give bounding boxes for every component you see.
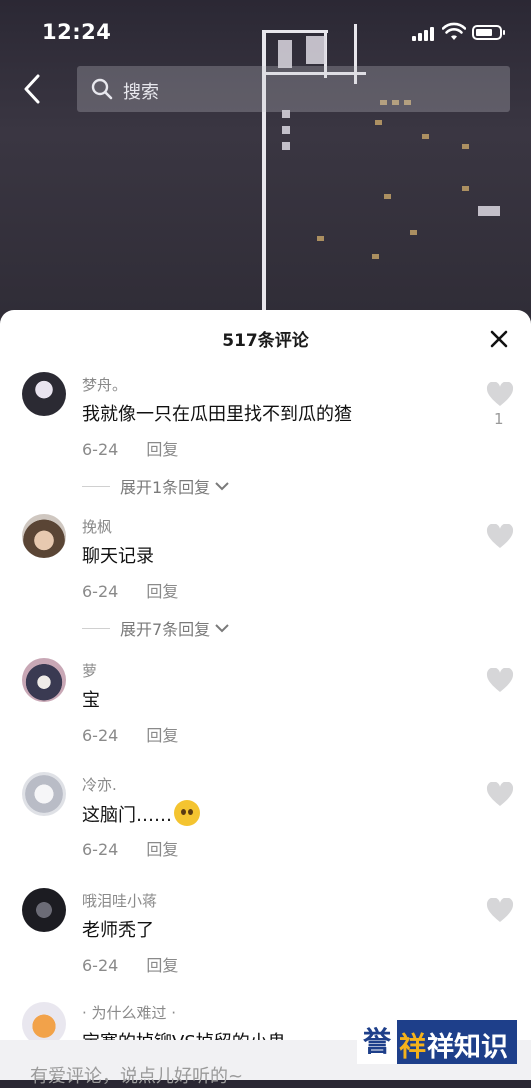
comment-meta: 6-24 回复 bbox=[82, 722, 178, 746]
comment-text-content: 这脑门…… bbox=[82, 805, 172, 826]
like-count: 1 bbox=[494, 410, 504, 428]
comment-meta: 6-24 回复 bbox=[82, 436, 178, 460]
reply-button[interactable]: 回复 bbox=[146, 726, 178, 745]
like-heart-icon[interactable] bbox=[486, 524, 514, 550]
watermark-char: 祥 bbox=[399, 1032, 426, 1063]
search-icon bbox=[91, 78, 113, 100]
comment-text: 我就像一只在瓜田里找不到瓜的猹 bbox=[82, 404, 352, 425]
comment-text: 老师秃了 bbox=[82, 920, 154, 941]
avatar[interactable] bbox=[22, 658, 66, 702]
comments-sheet: 517条评论 梦舟。 我就像一只在瓜田里找不到瓜的猹 6-24 回复 1 展开1条… bbox=[0, 310, 531, 1080]
expand-replies[interactable]: 展开1条回复 bbox=[82, 474, 230, 498]
reply-button[interactable]: 回复 bbox=[146, 956, 178, 975]
watermark-text: 祥知识 bbox=[427, 1032, 508, 1063]
reply-button[interactable]: 回复 bbox=[146, 840, 178, 859]
like-heart-icon[interactable] bbox=[486, 782, 514, 808]
comment-meta: 6-24 回复 bbox=[82, 836, 178, 860]
reply-button[interactable]: 回复 bbox=[146, 440, 178, 459]
comment-username[interactable]: · 为什么难过 · bbox=[82, 1002, 176, 1023]
comment-date: 6-24 bbox=[82, 956, 119, 975]
comment-count-title: 517条评论 bbox=[222, 331, 309, 351]
comment-text: 聊天记录 bbox=[82, 546, 154, 567]
emoji-icon bbox=[174, 800, 200, 826]
avatar[interactable] bbox=[22, 372, 66, 416]
chevron-down-icon bbox=[215, 624, 229, 633]
comment-username[interactable]: 梦舟。 bbox=[82, 374, 127, 395]
like-heart-icon[interactable] bbox=[486, 668, 514, 694]
avatar[interactable] bbox=[22, 888, 66, 932]
search-placeholder: 搜索 bbox=[123, 82, 159, 103]
search-input[interactable]: 搜索 bbox=[77, 66, 510, 112]
watermark-logo: 誉 祥 祥知识 bbox=[357, 1020, 517, 1064]
like-heart-icon[interactable] bbox=[486, 898, 514, 924]
comment-username[interactable]: 哦泪哇小蒋 bbox=[82, 890, 157, 911]
comment-text: 这脑门…… bbox=[82, 800, 200, 827]
expand-replies-label: 展开7条回复 bbox=[120, 620, 211, 639]
comment-date: 6-24 bbox=[82, 840, 119, 859]
comment-username[interactable]: 萝 bbox=[82, 660, 97, 681]
avatar[interactable] bbox=[22, 514, 66, 558]
comment-username[interactable]: 冷亦. bbox=[82, 774, 117, 795]
comment-date: 6-24 bbox=[82, 582, 119, 601]
comment-username[interactable]: 挽枫 bbox=[82, 516, 112, 537]
expand-replies[interactable]: 展开7条回复 bbox=[82, 616, 230, 640]
status-time: 12:24 bbox=[42, 20, 112, 44]
comment-date: 6-24 bbox=[82, 440, 119, 459]
divider-line bbox=[82, 627, 110, 629]
battery-icon bbox=[472, 25, 505, 40]
expand-replies-label: 展开1条回复 bbox=[120, 478, 211, 497]
comment-meta: 6-24 回复 bbox=[82, 952, 178, 976]
close-icon[interactable] bbox=[488, 328, 510, 350]
watermark-box-glyph: 誉 bbox=[362, 1025, 391, 1058]
avatar[interactable] bbox=[22, 772, 66, 816]
chevron-down-icon bbox=[215, 482, 229, 491]
reply-button[interactable]: 回复 bbox=[146, 582, 178, 601]
status-bar: 12:24 bbox=[0, 0, 531, 64]
comment-text: 宝 bbox=[82, 690, 100, 711]
divider-line bbox=[82, 485, 110, 487]
comment-input-placeholder: 有爱评论，说点儿好听的~ bbox=[30, 1066, 244, 1087]
wifi-icon bbox=[442, 22, 466, 40]
back-arrow-icon[interactable] bbox=[16, 72, 50, 106]
comment-date: 6-24 bbox=[82, 726, 119, 745]
comment-meta: 6-24 回复 bbox=[82, 578, 178, 602]
like-heart-icon[interactable] bbox=[486, 382, 514, 408]
